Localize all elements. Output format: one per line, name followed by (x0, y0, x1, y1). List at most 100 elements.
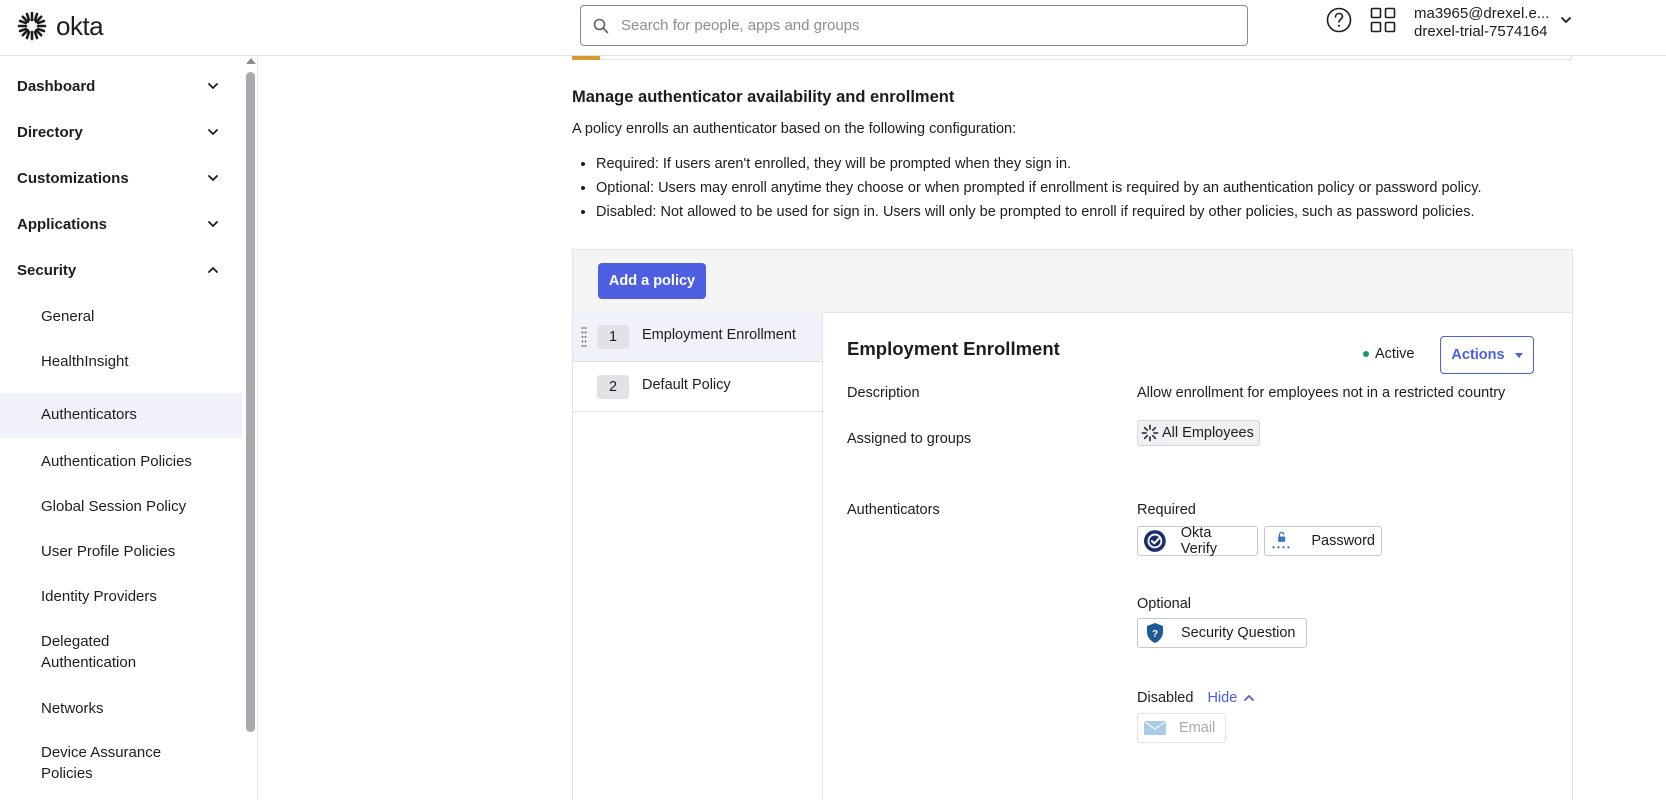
sidebar-item-networks[interactable]: Networks (0, 698, 242, 722)
sidebar-item-dashboard[interactable]: Dashboard (0, 66, 242, 106)
sidebar-item-label: HealthInsight (41, 353, 129, 370)
optional-label: Optional (1137, 596, 1192, 612)
callout-banner (572, 56, 1572, 60)
sidebar-item-customizations[interactable]: Customizations (0, 158, 242, 198)
authenticator-chip-okta-verify[interactable]: Okta Verify (1137, 525, 1258, 557)
top-bar: okta ma3965@drexel.e... drexel-trial-757… (0, 0, 1666, 56)
policy-name: Default Policy (642, 377, 731, 393)
status-dot (1363, 351, 1369, 357)
policy-panel: Add a policy 1 Employment Enrollment 2 D… (572, 249, 1573, 800)
sidebar-item-label: Authentication Policies (41, 453, 192, 470)
caret-down-icon (1514, 352, 1523, 358)
sidebar-item-identity-providers[interactable]: Identity Providers (0, 586, 242, 610)
svg-text:?: ? (1152, 629, 1158, 640)
user-menu[interactable]: ma3965@drexel.e... drexel-trial-7574164 (1414, 5, 1549, 41)
search-icon (593, 18, 609, 33)
status-badge: Active (1363, 346, 1415, 362)
rule-disabled: Disabled: Not allowed to be used for sig… (596, 200, 1481, 224)
hide-label: Hide (1207, 690, 1238, 706)
sidebar-item-security[interactable]: Security (0, 250, 242, 290)
sidebar-item-authenticators[interactable]: Authenticators (0, 393, 242, 438)
sidebar-item-applications[interactable]: Applications (0, 204, 242, 244)
chevron-up-icon (208, 267, 218, 273)
sidebar-item-general[interactable]: General (0, 306, 242, 330)
policy-priority: 1 (597, 325, 629, 349)
sidebar-item-authentication-policies[interactable]: Authentication Policies (0, 451, 242, 475)
sidebar-item-label: Security (17, 261, 77, 279)
sidebar-item-delegated-authentication[interactable]: Delegated Authentication (0, 631, 200, 675)
sidebar-item-healthinsight[interactable]: HealthInsight (0, 351, 242, 375)
add-policy-button[interactable]: Add a policy (598, 263, 706, 299)
chevron-down-icon (208, 129, 218, 135)
actions-dropdown-button[interactable]: Actions (1440, 336, 1534, 374)
scrollbar-thumb[interactable] (246, 72, 255, 732)
authenticator-chip-email[interactable]: Email (1137, 713, 1226, 743)
authenticator-name: Okta Verify (1180, 525, 1218, 557)
description-label: Description (847, 385, 920, 401)
app-grid-icon[interactable] (1370, 7, 1396, 33)
authenticator-name: Security Question (1181, 625, 1296, 641)
authenticator-chip-password[interactable]: Password (1264, 526, 1382, 556)
sidebar-item-label: Global Session Policy (41, 498, 187, 515)
okta-logo[interactable]: okta (16, 10, 104, 42)
sidebar-item-label: Customizations (17, 169, 129, 187)
sidebar-item-global-session-policy[interactable]: Global Session Policy (0, 496, 242, 520)
disabled-row: Disabled Hide (1137, 690, 1255, 706)
sidebar-item-label: Authenticators (41, 406, 137, 423)
chevron-down-icon[interactable] (1560, 14, 1572, 26)
policy-detail: Employment Enrollment Active Actions Des… (823, 312, 1571, 800)
section-title: Manage authenticator availability and en… (572, 88, 955, 106)
okta-sunburst-icon (17, 11, 47, 41)
sidebar-item-device-assurance-policies[interactable]: Device Assurance Policies (0, 742, 200, 786)
sidebar-item-directory[interactable]: Directory (0, 112, 242, 152)
policy-priority: 2 (597, 375, 629, 399)
sidebar-item-label: Networks (41, 700, 104, 717)
sidebar-item-user-profile-policies[interactable]: User Profile Policies (0, 541, 242, 565)
okta-verify-icon (1143, 530, 1166, 552)
disabled-label: Disabled (1137, 690, 1194, 706)
policy-title: Employment Enrollment (847, 338, 1060, 359)
policy-panel-header: Add a policy (573, 250, 1572, 313)
authenticator-name: Email (1179, 720, 1216, 736)
groups-label: Assigned to groups (847, 431, 972, 447)
authenticator-chip-security-question[interactable]: ? Security Question (1137, 618, 1307, 648)
okta-wordmark: okta (56, 10, 104, 41)
group-chip[interactable]: All Employees (1137, 420, 1260, 446)
chevron-down-icon (208, 221, 218, 227)
sidebar-scrollbar[interactable] (244, 56, 256, 800)
authenticator-name: Password (1311, 533, 1375, 549)
sidebar-nav: Dashboard Directory Customizations Appli… (0, 56, 258, 800)
rule-optional: Optional: Users may enroll anytime they … (596, 176, 1481, 200)
main-content: Manage authenticator availability and en… (259, 56, 1666, 800)
help-icon[interactable] (1326, 7, 1352, 33)
sidebar-item-label: Delegated Authentication (41, 633, 137, 671)
sidebar-item-label: Device Assurance Policies (41, 744, 162, 782)
email-envelope-icon (1144, 721, 1166, 735)
chevron-up-icon (1244, 695, 1255, 701)
enrollment-rules-list: Required: If users aren't enrolled, they… (572, 152, 1481, 224)
policy-list-item[interactable]: 2 Default Policy (573, 362, 822, 412)
status-text: Active (1375, 346, 1415, 362)
policy-name: Employment Enrollment (642, 327, 796, 343)
sidebar-item-label: Applications (17, 215, 108, 233)
search-box[interactable] (580, 5, 1248, 46)
sidebar-item-label: General (41, 308, 95, 325)
callout-accent (572, 56, 600, 60)
org-name: drexel-trial-7574164 (1414, 23, 1548, 40)
hide-disabled-link[interactable]: Hide (1207, 690, 1255, 706)
search-input[interactable] (619, 16, 1203, 35)
scroll-up-arrow-icon[interactable] (246, 58, 256, 64)
actions-label: Actions (1451, 347, 1505, 363)
drag-handle-icon[interactable] (581, 326, 587, 348)
password-lock-icon (1272, 531, 1290, 549)
chevron-down-icon (208, 83, 218, 89)
sidebar-item-label: Identity Providers (41, 588, 157, 605)
chevron-down-icon (208, 175, 218, 181)
sidebar-item-label: User Profile Policies (41, 543, 176, 560)
sidebar-item-label: Dashboard (17, 77, 96, 95)
policy-list: 1 Employment Enrollment 2 Default Policy (573, 312, 823, 800)
user-email: ma3965@drexel.e... (1414, 5, 1550, 22)
sidebar-item-label: Directory (17, 123, 83, 141)
security-question-shield-icon: ? (1147, 623, 1163, 643)
policy-list-item[interactable]: 1 Employment Enrollment (573, 312, 822, 362)
